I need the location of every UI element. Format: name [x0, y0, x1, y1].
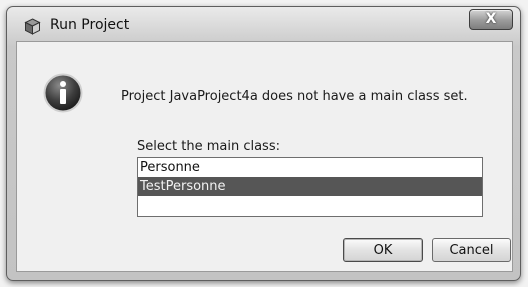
close-button[interactable]: X: [469, 9, 513, 30]
run-project-dialog: Run Project X Project JavaProject4a does…: [6, 6, 521, 281]
ok-button[interactable]: OK: [343, 238, 423, 262]
window-title: Run Project: [50, 17, 130, 33]
cancel-button[interactable]: Cancel: [432, 238, 511, 262]
app-cube-icon: [24, 18, 41, 35]
main-class-list[interactable]: Personne TestPersonne: [137, 157, 483, 217]
list-item-personne[interactable]: Personne: [138, 158, 482, 177]
main-class-label: Select the main class:: [137, 139, 280, 154]
dialog-body: Project JavaProject4a does not have a ma…: [16, 41, 513, 272]
info-icon: [43, 73, 83, 113]
title-bar[interactable]: Run Project X: [7, 7, 520, 41]
list-item-testpersonne[interactable]: TestPersonne: [138, 177, 482, 196]
close-icon: X: [485, 11, 497, 27]
message-text: Project JavaProject4a does not have a ma…: [121, 89, 468, 104]
